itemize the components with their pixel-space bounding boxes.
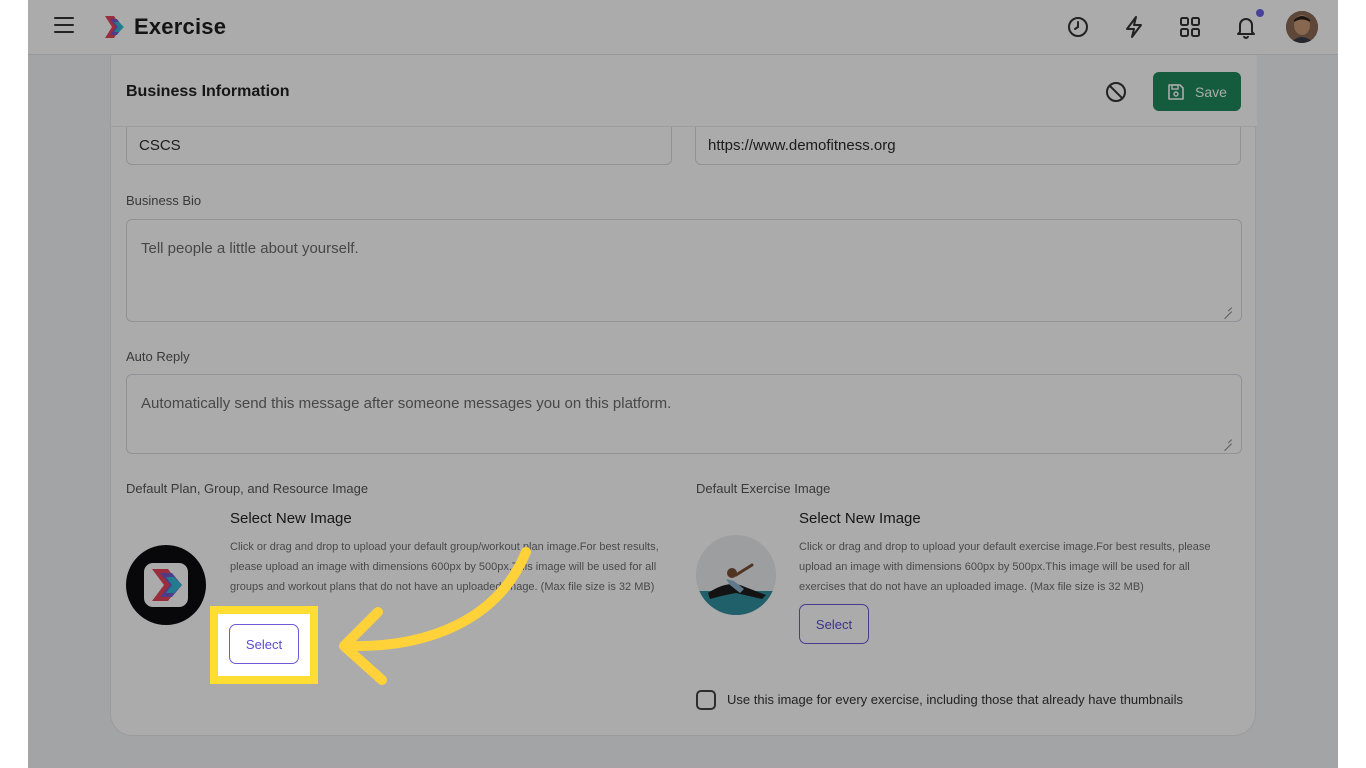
auto-reply-label: Auto Reply [126,349,190,364]
apply-all-label: Use this image for every exercise, inclu… [727,692,1183,707]
floppy-icon [1168,83,1184,100]
resize-handle[interactable] [1224,436,1232,444]
menu-icon[interactable] [54,17,74,37]
bolt-icon[interactable] [1121,14,1147,40]
notification-dot [1256,9,1264,17]
bio-placeholder: Tell people a little about yourself. [141,240,359,257]
auto-reply-placeholder: Automatically send this message after so… [141,395,672,412]
app-frame: Exercise Business Information Save CSCS … [28,0,1338,768]
bio-textarea[interactable]: Tell people a little about yourself. [126,219,1242,322]
exercise-select-title: Select New Image [799,510,921,527]
exercise-image-label: Default Exercise Image [696,481,831,496]
website-input[interactable]: https://www.demofitness.org [695,127,1241,165]
bio-label: Business Bio [126,193,202,208]
plan-image-label: Default Plan, Group, and Resource Image [126,481,369,496]
plan-image-description: Click or drag and drop to upload your de… [230,541,659,593]
plan-image-thumbnail[interactable] [126,545,206,625]
app-name: Exercise [134,14,227,39]
bell-icon[interactable] [1233,14,1259,40]
top-bar: Exercise [28,0,1338,55]
clock-icon[interactable] [1065,14,1091,40]
cancel-icon[interactable] [1105,81,1127,103]
card-header: Business Information Save [111,55,1257,127]
avatar[interactable] [1286,11,1318,43]
card-title: Business Information [126,83,290,100]
exercise-image-thumbnail[interactable] [696,535,776,615]
apply-all-checkbox[interactable] [696,690,716,710]
save-label: Save [1195,83,1227,100]
app-logo [105,16,124,38]
credentials-input[interactable]: CSCS [126,127,672,165]
auto-reply-textarea[interactable]: Automatically send this message after so… [126,374,1242,454]
plan-select-button[interactable]: Select [229,624,299,664]
plan-select-title: Select New Image [230,510,352,527]
resize-handle[interactable] [1224,304,1232,312]
grid-icon[interactable] [1177,14,1203,40]
save-button[interactable]: Save [1153,72,1241,111]
exercise-select-button[interactable]: Select [799,604,869,644]
exercise-image-description: Click or drag and drop to upload your de… [799,541,1211,593]
